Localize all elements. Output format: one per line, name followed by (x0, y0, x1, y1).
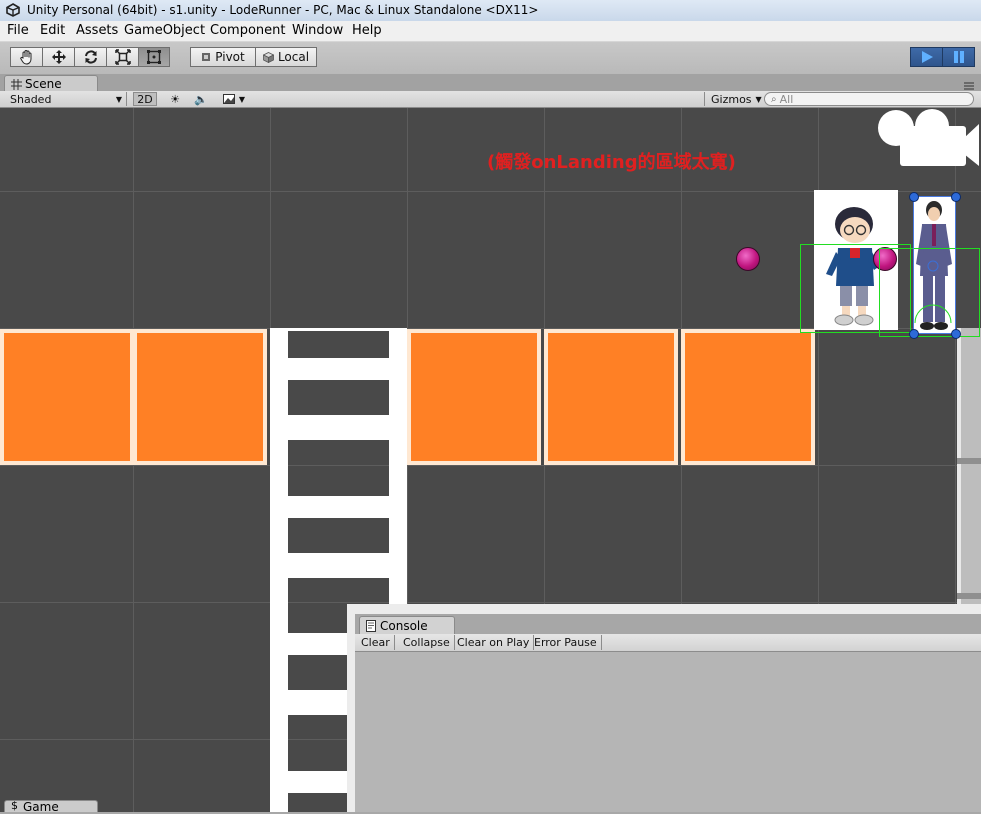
local-label: Local (277, 50, 310, 64)
title-bar: Unity Personal (64bit) - s1.unity - Lode… (0, 0, 981, 21)
resize-handle[interactable] (909, 192, 919, 202)
local-toggle-button[interactable]: Local (255, 47, 317, 67)
rotate-tool-button[interactable] (74, 47, 107, 67)
window-title: Unity Personal (64bit) - s1.unity - Lode… (27, 3, 539, 17)
main-toolbar: Pivot Local (0, 42, 981, 74)
tab-scene[interactable]: Scene (4, 75, 98, 92)
scene-search-field[interactable]: ⌕ All (764, 92, 974, 106)
scene-tab-bar (0, 74, 981, 91)
shading-mode-dropdown[interactable]: Shaded ▼ (4, 92, 127, 106)
console-error-pause-button[interactable]: Error Pause (530, 635, 602, 650)
rect-tool-button[interactable] (138, 47, 170, 67)
pause-icon (953, 51, 964, 63)
tab-console-label: Console (380, 619, 428, 633)
camera-gizmo-icon[interactable] (876, 108, 981, 168)
brick-block[interactable] (133, 329, 267, 465)
speaker-icon: 🔈 (194, 92, 208, 106)
scene-search-placeholder: All (779, 92, 794, 106)
resize-handle[interactable] (951, 329, 961, 339)
sun-icon: ☀ (170, 92, 180, 106)
rotate-icon (84, 50, 97, 64)
tab-console[interactable]: Console (359, 616, 455, 634)
menu-window[interactable]: Window (292, 23, 343, 38)
search-icon: ⌕ (771, 93, 777, 105)
gizmos-dropdown[interactable]: Gizmos ▼ (704, 92, 762, 106)
menu-file[interactable]: File (7, 23, 29, 38)
console-doc-icon (366, 620, 376, 632)
toggle-2d-button[interactable]: 2D (133, 92, 157, 106)
hand-tool-button[interactable] (10, 47, 43, 67)
scene-toolbar: Shaded ▼ 2D ☀ 🔈 ▼ Gizmos ▼ ⌕ All (0, 91, 981, 108)
chevron-down-icon: ▼ (238, 94, 246, 104)
chevron-down-icon: ▼ (755, 94, 762, 104)
console-body: Console Clear Collapse Clear on Play Err… (355, 614, 981, 812)
console-collapse-button[interactable]: Collapse (399, 635, 455, 650)
audio-toggle-button[interactable]: 🔈 (190, 92, 212, 106)
scene-grid-icon (11, 79, 22, 90)
gem-collectible[interactable] (736, 247, 760, 271)
brick-block[interactable] (407, 329, 541, 465)
unity-logo-icon (6, 3, 20, 17)
pivot-icon (202, 53, 211, 61)
gizmos-label: Gizmos (711, 92, 752, 106)
panel-menu-icon[interactable] (962, 80, 976, 90)
menu-gameobject[interactable]: GameObject (124, 23, 205, 38)
shading-mode-value: Shaded (10, 92, 52, 106)
move-tool-button[interactable] (42, 47, 75, 67)
scene-annotation: (觸發onLanding的區域太寬) (487, 152, 736, 173)
play-button[interactable] (910, 47, 943, 67)
menu-bar: File Edit Assets GameObject Component Wi… (0, 21, 981, 42)
tab-scene-label: Scene (25, 77, 62, 91)
move-arrows-icon (51, 50, 66, 64)
console-clear-on-play-button[interactable]: Clear on Play (453, 635, 535, 650)
pivot-toggle-button[interactable]: Pivot (190, 47, 256, 67)
scale-tool-button[interactable] (106, 47, 139, 67)
image-effects-icon (222, 94, 235, 104)
grid-line (0, 465, 981, 466)
effects-dropdown[interactable]: ▼ (218, 92, 250, 106)
local-cube-icon (262, 51, 274, 63)
chevron-down-icon: ▼ (115, 94, 122, 104)
lighting-toggle-button[interactable]: ☀ (164, 92, 186, 106)
pivot-label: Pivot (215, 50, 245, 64)
tab-game[interactable]: $ Game (4, 799, 98, 814)
rect-transform-icon (147, 50, 161, 64)
menu-edit[interactable]: Edit (40, 23, 65, 38)
selection-rect (913, 196, 956, 334)
game-controller-icon: $ (11, 799, 18, 812)
brick-block[interactable] (0, 329, 134, 465)
resize-handle[interactable] (951, 192, 961, 202)
grid-line (0, 602, 981, 603)
scale-icon (114, 49, 131, 65)
brick-block[interactable] (681, 329, 815, 465)
hand-icon (19, 50, 31, 65)
console-toolbar: Clear Collapse Clear on Play Error Pause (355, 634, 981, 652)
menu-component[interactable]: Component (210, 23, 285, 38)
resize-handle[interactable] (909, 329, 919, 339)
menu-assets[interactable]: Assets (76, 23, 118, 38)
pause-button[interactable] (942, 47, 975, 67)
console-panel: Console Clear Collapse Clear on Play Err… (347, 604, 981, 812)
console-clear-button[interactable]: Clear (357, 635, 395, 650)
brick-block[interactable] (544, 329, 678, 465)
menu-help[interactable]: Help (352, 23, 382, 38)
toggle-2d-label: 2D (137, 92, 153, 106)
play-icon (921, 51, 933, 63)
